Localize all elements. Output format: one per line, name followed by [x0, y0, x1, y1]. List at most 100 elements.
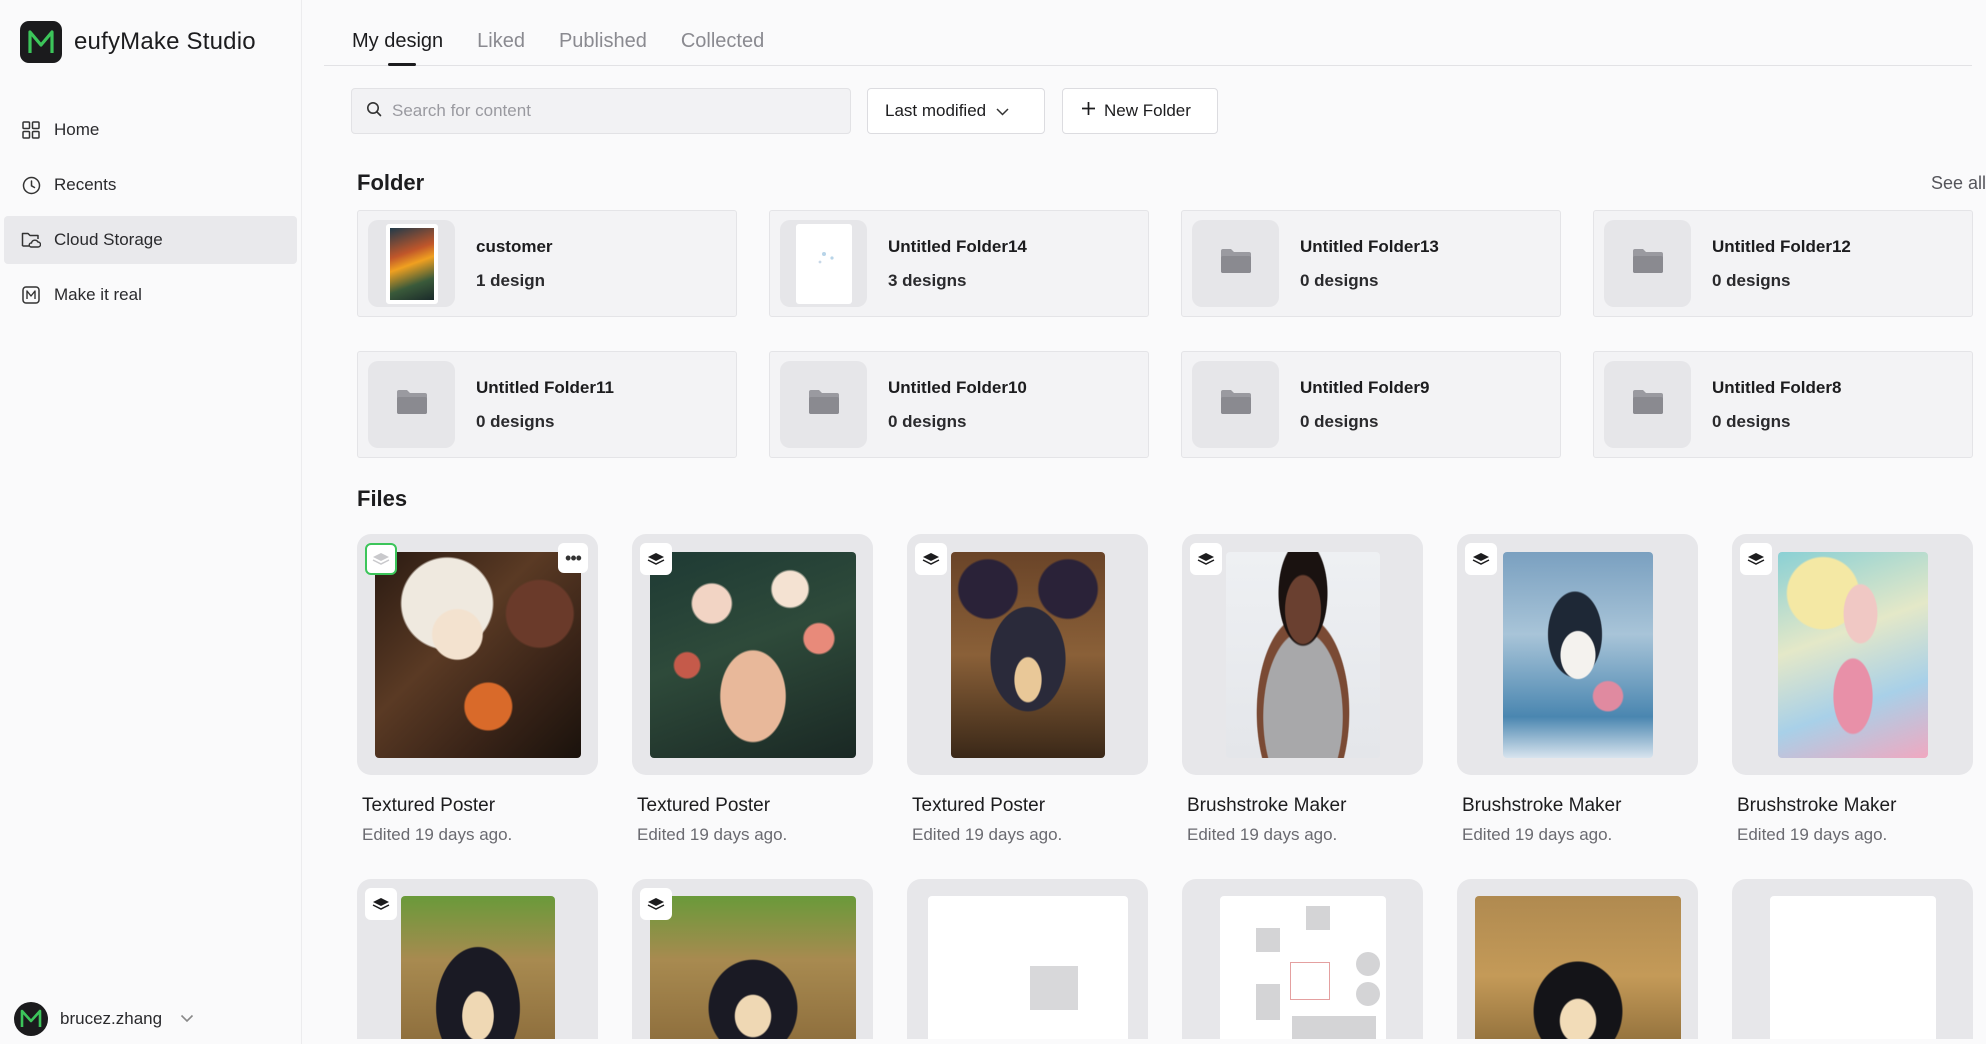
layers-badge-icon	[915, 543, 947, 575]
file-thumbnail	[1182, 534, 1423, 775]
folder-thumbnail	[368, 220, 455, 307]
folder-count: 0 designs	[1300, 270, 1379, 290]
file-card[interactable]: Textured Poster Edited 19 days ago.	[907, 534, 1148, 845]
folder-thumbnail	[1192, 361, 1279, 448]
tab-my-design[interactable]: My design	[352, 30, 443, 66]
layers-badge-icon[interactable]	[365, 543, 397, 575]
folder-card[interactable]: customer 1 design	[357, 210, 737, 317]
folder-name: Untitled Folder11	[476, 377, 614, 397]
m-logo-icon	[21, 285, 41, 305]
file-card[interactable]	[632, 879, 873, 1039]
file-card[interactable]	[1457, 879, 1698, 1039]
sidebar-item-make-it-real[interactable]: Make it real	[4, 271, 297, 319]
file-date: Edited 19 days ago.	[1737, 825, 1888, 844]
folder-name: Untitled Folder9	[1300, 377, 1430, 397]
file-grid: ••• Textured Poster Edited 19 days ago. …	[324, 534, 1986, 845]
folder-card[interactable]: Untitled Folder13 0 designs	[1181, 210, 1561, 317]
layers-badge-icon	[1740, 543, 1772, 575]
sidebar-item-label: Home	[54, 120, 100, 139]
new-folder-button[interactable]: New Folder	[1062, 88, 1218, 134]
folder-count: 1 design	[476, 270, 545, 290]
layers-badge-icon	[1465, 543, 1497, 575]
sidebar: eufyMake Studio Home Recents Cloud Stora…	[0, 0, 302, 1044]
file-thumbnail	[1732, 534, 1973, 775]
user-menu[interactable]: brucez.zhang	[14, 1002, 194, 1036]
file-date: Edited 19 days ago.	[637, 825, 788, 844]
search-icon	[366, 101, 382, 122]
chevron-down-icon[interactable]	[180, 1010, 194, 1028]
folder-card[interactable]: Untitled Folder14 3 designs	[769, 210, 1149, 317]
file-card[interactable]	[907, 879, 1148, 1039]
layers-badge-icon	[640, 888, 672, 920]
folder-icon	[1632, 389, 1664, 420]
file-card[interactable]	[1732, 879, 1973, 1039]
layout-canvas	[1219, 896, 1386, 1039]
sidebar-item-label: Make it real	[54, 285, 142, 304]
woman-brushstroke-painting	[1777, 551, 1928, 758]
sidebar-item-label: Cloud Storage	[54, 230, 163, 249]
file-thumbnail: •••	[357, 534, 598, 775]
file-name: Brushstroke Maker	[1737, 795, 1897, 816]
tab-liked[interactable]: Liked	[477, 30, 525, 65]
tab-collected[interactable]: Collected	[681, 30, 764, 65]
folder-card[interactable]: Untitled Folder8 0 designs	[1593, 351, 1973, 458]
flower-girl-artwork	[649, 551, 856, 758]
folder-card[interactable]: Untitled Folder10 0 designs	[769, 351, 1149, 458]
see-all-link[interactable]: See all	[1931, 173, 1986, 194]
file-thumbnail	[357, 879, 598, 1039]
file-card[interactable]	[357, 879, 598, 1039]
folder-count: 0 designs	[476, 411, 555, 431]
folder-thumbnail	[780, 361, 867, 448]
folder-name: Untitled Folder10	[888, 377, 1027, 397]
goldfish-image	[385, 223, 438, 304]
file-thumbnail	[632, 879, 873, 1039]
app-logo-icon	[20, 21, 62, 63]
file-card[interactable]: Brushstroke Maker Edited 19 days ago.	[1182, 534, 1423, 845]
layers-badge-icon	[640, 543, 672, 575]
sidebar-item-home[interactable]: Home	[4, 106, 297, 154]
more-options-icon[interactable]: •••	[558, 543, 588, 573]
folder-thumbnail	[1604, 361, 1691, 448]
new-folder-label: New Folder	[1104, 101, 1191, 120]
folder-card[interactable]: Untitled Folder12 0 designs	[1593, 210, 1973, 317]
chevron-down-icon	[996, 101, 1009, 121]
app-name: eufyMake Studio	[74, 28, 256, 55]
avatar	[14, 1002, 48, 1036]
file-thumbnail	[1457, 879, 1698, 1039]
file-name: Textured Poster	[637, 795, 771, 816]
sidebar-nav: Home Recents Cloud Storage Make it real	[0, 106, 301, 319]
main-content: My design Liked Published Collected Last…	[302, 0, 1986, 1044]
folder-card[interactable]: Untitled Folder9 0 designs	[1181, 351, 1561, 458]
blank-canvas	[927, 896, 1128, 1039]
folder-card[interactable]: Untitled Folder11 0 designs	[357, 351, 737, 458]
search-input[interactable]	[392, 101, 832, 121]
girl-koi-artwork	[374, 551, 581, 758]
file-card[interactable]: Brushstroke Maker Edited 19 days ago.	[1457, 534, 1698, 845]
folder-name: Untitled Folder13	[1300, 236, 1439, 256]
file-name: Textured Poster	[362, 795, 496, 816]
shiba-dog-photo	[1474, 896, 1681, 1039]
file-card[interactable]: Brushstroke Maker Edited 19 days ago.	[1732, 534, 1973, 845]
file-card[interactable]: ••• Textured Poster Edited 19 days ago.	[357, 534, 598, 845]
penguin-painting	[1502, 551, 1653, 758]
folder-name: Untitled Folder14	[888, 236, 1027, 256]
file-card[interactable]: Textured Poster Edited 19 days ago.	[632, 534, 873, 845]
blank-canvas	[1769, 896, 1936, 1039]
brand[interactable]: eufyMake Studio	[0, 0, 301, 84]
shiba-dog-artwork	[950, 551, 1105, 758]
sidebar-item-recents[interactable]: Recents	[4, 161, 297, 209]
folder-thumbnail	[368, 361, 455, 448]
folder-icon	[1632, 248, 1664, 279]
sidebar-item-cloud-storage[interactable]: Cloud Storage	[4, 216, 297, 264]
folder-name: Untitled Folder12	[1712, 236, 1851, 256]
clock-icon	[21, 175, 41, 195]
file-thumbnail	[1182, 879, 1423, 1039]
folder-icon	[396, 389, 428, 420]
smiling-girl-photo	[1225, 551, 1380, 758]
tab-published[interactable]: Published	[559, 30, 647, 65]
username: brucez.zhang	[60, 1009, 163, 1028]
file-card[interactable]	[1182, 879, 1423, 1039]
plus-icon	[1081, 101, 1096, 121]
tab-bar: My design Liked Published Collected	[324, 0, 1972, 66]
sort-dropdown[interactable]: Last modified	[867, 88, 1045, 134]
